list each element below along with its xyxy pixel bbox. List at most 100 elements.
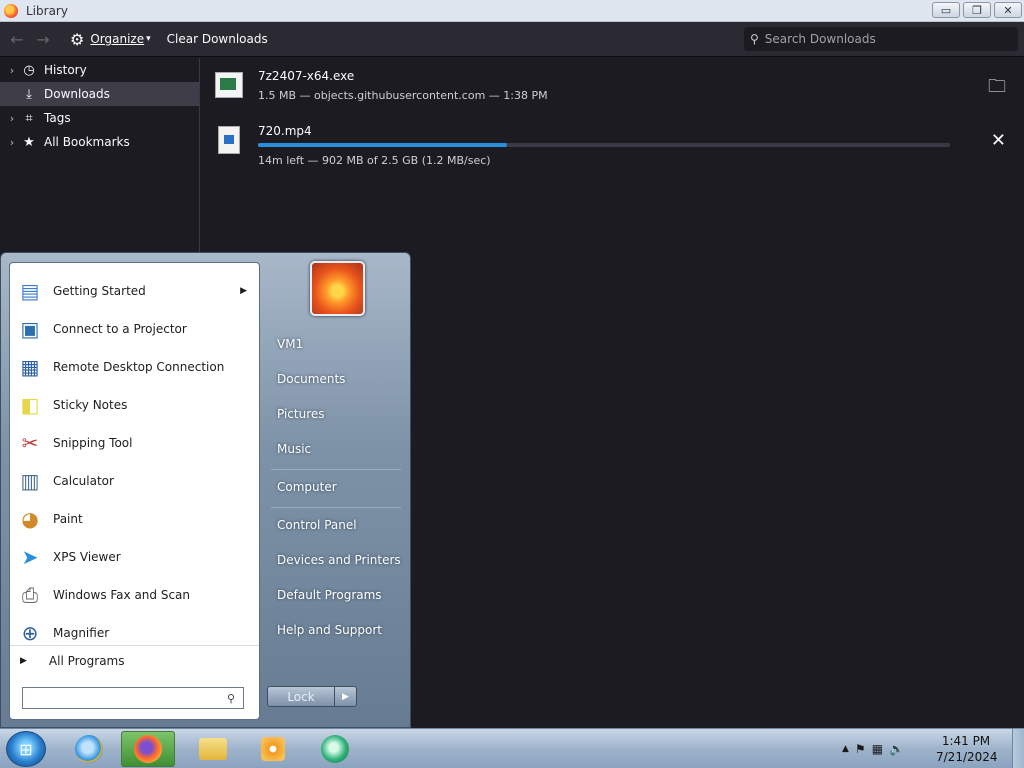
- triangle-right-icon: ▶: [20, 655, 27, 666]
- magnifier-icon: ⊕: [21, 621, 39, 645]
- expand-arrow-icon[interactable]: ›: [4, 64, 20, 77]
- sidebar-item-all-bookmarks[interactable]: › ★ All Bookmarks: [0, 130, 199, 154]
- file-explorer-icon: [199, 738, 227, 760]
- program-xps-viewer[interactable]: ➤ XPS Viewer: [10, 538, 259, 576]
- sidebar-item-tags[interactable]: › ⌗ Tags: [0, 106, 199, 130]
- start-menu: ▤ Getting Started ▶ ▣ Connect to a Proje…: [0, 252, 411, 728]
- program-label: Sticky Notes: [53, 398, 128, 412]
- taskbar-internet-explorer[interactable]: [62, 731, 116, 767]
- taskbar-media-player[interactable]: [246, 731, 300, 767]
- start-link-computer[interactable]: Computer: [277, 480, 337, 494]
- taskbar: ⊞ ▲ ⚑ ▦ 🔈 1:41 PM 7/21/2024: [0, 728, 1024, 768]
- program-label: Calculator: [53, 474, 114, 488]
- program-windows-fax-and-scan[interactable]: ⎙ Windows Fax and Scan: [10, 576, 259, 614]
- exe-file-icon: [215, 72, 243, 98]
- start-link-music[interactable]: Music: [277, 442, 311, 456]
- start-menu-separator: [271, 507, 401, 508]
- sidebar-item-label: History: [44, 63, 87, 77]
- download-status: 1.5 MB — objects.githubusercontent.com —…: [258, 89, 548, 102]
- library-sidebar: › ◷ History ⤓ Downloads › ⌗ Tags › ★ All…: [0, 58, 200, 258]
- taskbar-app[interactable]: [308, 731, 362, 767]
- expand-arrow-icon[interactable]: ›: [4, 112, 20, 125]
- volume-muted-icon[interactable]: 🔈: [889, 742, 904, 756]
- cancel-icon[interactable]: ✕: [991, 130, 1006, 151]
- program-label: XPS Viewer: [53, 550, 121, 564]
- user-picture[interactable]: [310, 261, 365, 316]
- forward-arrow-icon[interactable]: →: [30, 30, 56, 49]
- organize-button[interactable]: ⚙ Organize ▾: [70, 30, 151, 49]
- start-menu-programs-pane: ▤ Getting Started ▶ ▣ Connect to a Proje…: [9, 262, 260, 720]
- program-snipping-tool[interactable]: ✂ Snipping Tool: [10, 424, 259, 462]
- program-connect-to-a-projector[interactable]: ▣ Connect to a Projector: [10, 310, 259, 348]
- folder-icon[interactable]: 🗀: [988, 74, 1006, 104]
- chevron-down-icon: ▾: [146, 34, 151, 44]
- getting-started-icon: ▤: [20, 279, 40, 303]
- submenu-arrow-icon: ▶: [240, 286, 247, 296]
- download-item[interactable]: 7z2407-x64.exe 1.5 MB — objects.githubus…: [201, 58, 1024, 114]
- firefox-icon: [4, 3, 18, 18]
- taskbar-file-explorer[interactable]: [186, 731, 240, 767]
- minimize-button[interactable]: ▭: [932, 2, 960, 18]
- library-toolbar: ← → ⚙ Organize ▾ Clear Downloads ⚲: [0, 22, 1024, 57]
- expand-arrow-icon[interactable]: ›: [4, 136, 20, 149]
- star-icon: ★: [23, 134, 35, 150]
- start-link-devices-and-printers[interactable]: Devices and Printers: [277, 553, 401, 567]
- sidebar-item-downloads[interactable]: ⤓ Downloads: [0, 82, 199, 106]
- sidebar-item-label: Downloads: [44, 87, 110, 101]
- start-link-help-and-support[interactable]: Help and Support: [277, 623, 382, 637]
- sidebar-item-history[interactable]: › ◷ History: [0, 58, 199, 82]
- all-programs-button[interactable]: ▶ All Programs: [10, 645, 259, 675]
- start-search-input[interactable]: [27, 689, 223, 707]
- download-filename: 720.mp4: [258, 124, 312, 138]
- search-icon: ⚲: [750, 32, 759, 46]
- clock-icon: ◷: [23, 62, 35, 78]
- program-paint[interactable]: ◕ Paint: [10, 500, 259, 538]
- xps-viewer-icon: ➤: [21, 545, 39, 569]
- start-button[interactable]: ⊞: [6, 731, 46, 767]
- program-remote-desktop-connection[interactable]: ▦ Remote Desktop Connection: [10, 348, 259, 386]
- program-getting-started[interactable]: ▤ Getting Started ▶: [10, 272, 259, 310]
- remote-desktop-icon: ▦: [20, 355, 40, 379]
- show-desktop-button[interactable]: [1012, 729, 1024, 768]
- shutdown-options-arrow-icon[interactable]: ▶: [335, 686, 357, 707]
- clock-date: 7/21/2024: [936, 750, 998, 764]
- sidebar-item-label: Tags: [44, 111, 71, 125]
- download-item[interactable]: 720.mp4 14m left — 902 MB of 2.5 GB (1.2…: [201, 114, 1024, 170]
- start-link-default-programs[interactable]: Default Programs: [277, 588, 382, 602]
- search-downloads-input[interactable]: [764, 32, 1005, 46]
- scissors-icon: ✂: [21, 431, 39, 455]
- app-icon: [321, 735, 349, 763]
- start-menu-separator: [271, 469, 401, 470]
- close-button[interactable]: ✕: [994, 2, 1022, 18]
- restore-button[interactable]: ❐: [963, 2, 991, 18]
- start-link-control-panel[interactable]: Control Panel: [277, 518, 357, 532]
- show-hidden-icons-icon[interactable]: ▲: [842, 744, 849, 754]
- start-link-documents[interactable]: Documents: [277, 372, 345, 386]
- download-icon: ⤓: [26, 86, 32, 102]
- gear-icon: ⚙: [70, 29, 85, 49]
- tag-icon: ⌗: [25, 110, 33, 126]
- start-search-box[interactable]: ⚲: [22, 687, 244, 709]
- window-controls: ▭ ❐ ✕: [932, 2, 1022, 18]
- program-label: Magnifier: [53, 626, 110, 640]
- search-downloads-box[interactable]: ⚲: [744, 27, 1018, 51]
- program-calculator[interactable]: ▥ Calculator: [10, 462, 259, 500]
- windows-logo-icon: ⊞: [19, 739, 33, 759]
- start-link-pictures[interactable]: Pictures: [277, 407, 325, 421]
- network-icon[interactable]: ▦: [872, 742, 883, 756]
- lock-button[interactable]: Lock: [267, 686, 335, 707]
- program-sticky-notes[interactable]: ◧ Sticky Notes: [10, 386, 259, 424]
- taskbar-clock[interactable]: 1:41 PM 7/21/2024: [936, 733, 998, 765]
- firefox-icon: [134, 735, 162, 763]
- back-arrow-icon[interactable]: ←: [4, 30, 30, 49]
- search-icon[interactable]: ⚲: [227, 692, 235, 705]
- start-link-vm1[interactable]: VM1: [277, 337, 303, 351]
- program-label: Snipping Tool: [53, 436, 133, 450]
- action-center-flag-icon[interactable]: ⚑: [855, 742, 866, 756]
- internet-explorer-icon: [75, 735, 103, 763]
- download-progress-fill: [258, 143, 508, 147]
- download-progress-bar: [258, 143, 950, 147]
- taskbar-firefox[interactable]: [121, 731, 175, 767]
- clear-downloads-button[interactable]: Clear Downloads: [167, 32, 268, 46]
- sidebar-item-label: All Bookmarks: [44, 135, 130, 149]
